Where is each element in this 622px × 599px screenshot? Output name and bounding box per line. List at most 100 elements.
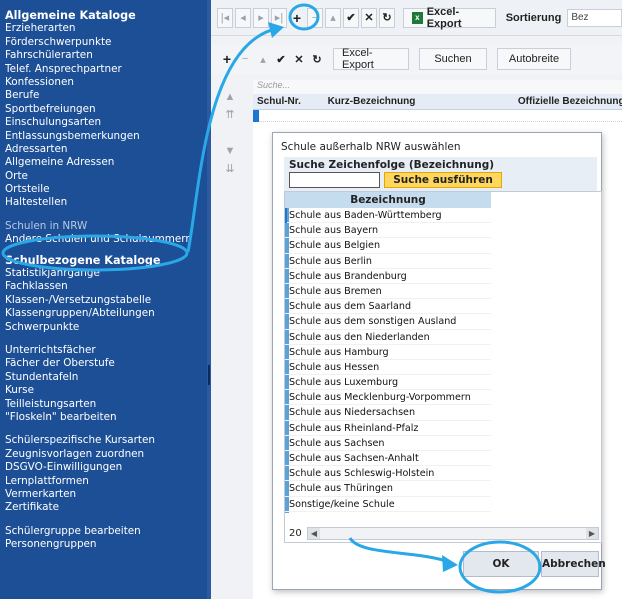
x-button[interactable]: ✕	[291, 49, 307, 69]
sidebar-item-schulen-in-nrw[interactable]: Schulen in NRW	[5, 220, 207, 233]
save-check-button[interactable]: ✔	[343, 7, 359, 28]
col-header-schulnr[interactable]: Schul-Nr.	[253, 94, 324, 109]
sidebar-item-schuelergruppe[interactable]: Schülergruppe bearbeiten	[5, 525, 207, 538]
list-item[interactable]: Schule aus Brandenburg	[285, 269, 491, 284]
prev-record-button[interactable]: ◂	[235, 7, 251, 28]
list-item[interactable]: Schule aus dem Saarland	[285, 299, 491, 315]
list-item[interactable]: Schule aus Mecklenburg-Vorpommern	[285, 390, 491, 406]
list-item[interactable]: Schule aus Bayern	[285, 223, 491, 239]
ok-button[interactable]: OK	[463, 551, 539, 577]
list-item-label: Schule aus Sachsen-Anhalt	[289, 453, 419, 464]
sidebar-item-fachklassen[interactable]: Fachklassen	[5, 280, 207, 293]
cancel-button[interactable]: Abbrechen	[541, 551, 606, 577]
sidebar-heading-allgemeine-kataloge[interactable]: Allgemeine Kataloge	[5, 9, 207, 22]
list-item[interactable]: Schule aus Luxemburg	[285, 375, 491, 391]
list-item[interactable]: Schule aus Hessen	[285, 360, 491, 376]
sidebar-item-andere-schulen[interactable]: Andere Schulen und Schulnummern	[5, 233, 207, 246]
sidebar-item-teilleistungsarten[interactable]: Teilleistungsarten	[5, 398, 207, 411]
row-indicator	[285, 421, 287, 436]
delete-record-button[interactable]: −	[307, 7, 323, 28]
sidebar-item-faecher-oberstufe[interactable]: Fächer der Oberstufe	[5, 357, 207, 370]
search-button[interactable]: Suchen	[419, 48, 487, 70]
scroll-left-icon[interactable]: ◀	[308, 528, 320, 539]
list-item[interactable]: Schule aus dem sonstigen Ausland	[285, 314, 491, 330]
sidebar-item-telef-ansprechpartner[interactable]: Telef. Ansprechpartner	[5, 63, 207, 76]
sidebar-item-adressarten[interactable]: Adressarten	[5, 143, 207, 156]
sidebar-item-klassen-versetzungstabelle[interactable]: Klassen-/Versetzungstabelle	[5, 294, 207, 307]
sidebar-item-allgemeine-adressen[interactable]: Allgemeine Adressen	[5, 156, 207, 169]
sidebar-item-berufe[interactable]: Berufe	[5, 89, 207, 102]
sidebar-item-personengruppen[interactable]: Personengruppen	[5, 538, 207, 551]
list-item[interactable]: Schule aus Schleswig-Holstein	[285, 466, 491, 482]
add-button[interactable]: +	[219, 49, 235, 69]
refresh-button[interactable]: ↻	[379, 7, 395, 28]
move-bottom-icon[interactable]: ⇊	[219, 160, 241, 178]
list-item[interactable]: Schule aus Sachsen-Anhalt	[285, 451, 491, 467]
first-record-button[interactable]: |◂	[217, 7, 233, 28]
list-item[interactable]: Schule aus Hamburg	[285, 345, 491, 360]
col-header-kurz[interactable]: Kurz-Bezeichnung	[324, 94, 514, 109]
sidebar-item-lernplattformen[interactable]: Lernplattformen	[5, 475, 207, 488]
list-item[interactable]: Schule aus Niedersachsen	[285, 405, 491, 421]
sidebar-item-kursarten[interactable]: Schülerspezifische Kursarten	[5, 434, 207, 447]
sidebar-item-orte[interactable]: Orte	[5, 170, 207, 183]
add-record-button[interactable]: +	[289, 8, 305, 28]
sidebar-item-fahrschuelerarten[interactable]: Fahrschülerarten	[5, 49, 207, 62]
list-item[interactable]: Schule aus Baden-Württemberg	[285, 208, 491, 224]
search-execute-button[interactable]: Suche ausführen	[384, 172, 502, 188]
excel-export-button-top[interactable]: x Excel-Export	[403, 6, 496, 30]
list-header-bezeichnung[interactable]: Bezeichnung	[285, 192, 491, 208]
grid-search-input[interactable]: Suche...	[253, 80, 622, 94]
move-top-icon[interactable]: ⇈	[219, 106, 241, 124]
table-row[interactable]	[253, 110, 622, 122]
list-item[interactable]: Schule aus Thüringen	[285, 481, 491, 497]
sidebar-item-kurse[interactable]: Kurse	[5, 384, 207, 397]
sidebar-item-einschulungsarten[interactable]: Einschulungsarten	[5, 116, 207, 129]
sort-select[interactable]: Bez	[567, 8, 622, 27]
up-button[interactable]: ▴	[255, 49, 271, 69]
row-indicator	[285, 269, 287, 284]
sidebar-item-floskeln[interactable]: "Floskeln" bearbeiten	[5, 411, 207, 424]
splitter-handle[interactable]	[208, 365, 210, 385]
col-header-offiziell[interactable]: Offizielle Bezeichnung	[514, 94, 622, 109]
sidebar-item-foerderschwerpunkte[interactable]: Förderschwerpunkte	[5, 36, 207, 49]
list-item[interactable]: Schule aus Belgien	[285, 238, 491, 254]
move-down-icon[interactable]: ▼	[219, 142, 241, 160]
move-up-icon[interactable]: ▲	[219, 88, 241, 106]
sidebar-item-erzieherarten[interactable]: Erzieherarten	[5, 22, 207, 35]
remove-button[interactable]: −	[237, 49, 253, 69]
check-button[interactable]: ✔	[273, 49, 289, 69]
last-record-button[interactable]: ▸|	[271, 7, 287, 28]
list-item[interactable]: Schule aus Berlin	[285, 254, 491, 269]
sidebar-item-konfessionen[interactable]: Konfessionen	[5, 76, 207, 89]
list-item[interactable]: Sonstige/keine Schule	[285, 497, 491, 512]
sidebar-item-statistikjahrgaenge[interactable]: Statistikjahrgänge	[5, 267, 207, 280]
scroll-right-icon[interactable]: ▶	[586, 528, 598, 539]
list-item[interactable]: Schule aus Bremen	[285, 284, 491, 300]
sidebar-item-schwerpunkte[interactable]: Schwerpunkte	[5, 321, 207, 334]
autobreite-button[interactable]: Autobreite	[497, 48, 571, 70]
sidebar-item-dsgvo[interactable]: DSGVO-Einwilligungen	[5, 461, 207, 474]
sidebar-item-stundentafeln[interactable]: Stundentafeln	[5, 371, 207, 384]
sidebar-heading-schulbezogene-kataloge[interactable]: Schulbezogene Kataloge	[5, 254, 207, 267]
sidebar-item-zertifikate[interactable]: Zertifikate	[5, 501, 207, 514]
reload-button[interactable]: ↻	[309, 49, 325, 69]
sidebar-item-haltestellen[interactable]: Haltestellen	[5, 196, 207, 209]
list-item[interactable]: Schule aus Sachsen	[285, 436, 491, 451]
excel-export-button[interactable]: Excel-Export	[333, 47, 409, 71]
sidebar-item-unterrichtsfaecher[interactable]: Unterrichtsfächer	[5, 344, 207, 357]
cancel-x-button[interactable]: ✕	[361, 7, 377, 28]
sidebar-item-zeugnisvorlagen[interactable]: Zeugnisvorlagen zuordnen	[5, 448, 207, 461]
horizontal-scrollbar[interactable]: ◀ ▶	[307, 527, 599, 540]
search-input[interactable]	[289, 172, 380, 188]
sidebar-item-sportbefreiungen[interactable]: Sportbefreiungen	[5, 103, 207, 116]
sidebar-item-klassengruppen[interactable]: Klassengruppen/Abteilungen	[5, 307, 207, 320]
row-indicator	[285, 284, 287, 299]
list-item[interactable]: Schule aus Rheinland-Pfalz	[285, 421, 491, 436]
next-record-button[interactable]: ▸	[253, 7, 269, 28]
sidebar-item-vermerkarten[interactable]: Vermerkarten	[5, 488, 207, 501]
edit-record-button[interactable]: ▴	[325, 7, 341, 28]
sidebar-item-ortsteile[interactable]: Ortsteile	[5, 183, 207, 196]
list-item[interactable]: Schule aus den Niederlanden	[285, 330, 491, 345]
sidebar-item-entlassungsbemerkungen[interactable]: Entlassungsbemerkungen	[5, 130, 207, 143]
